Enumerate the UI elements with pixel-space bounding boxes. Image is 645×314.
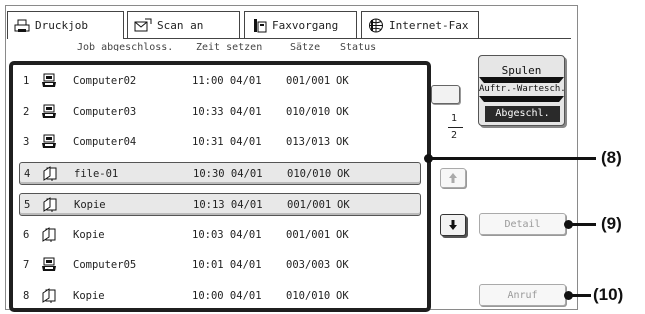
job-status: OK <box>336 75 349 87</box>
fax-icon <box>254 18 267 32</box>
job-number: 1 <box>23 75 30 87</box>
job-sets: 010/010 <box>286 105 331 118</box>
job-status: OK <box>336 228 349 241</box>
tab-label: Druckjob <box>35 19 88 32</box>
job-sets: 010/010 <box>286 289 331 302</box>
job-row[interactable]: 5 Kopie 10:13 04/01 001/001 OK <box>19 192 421 216</box>
job-number: 8 <box>23 289 30 302</box>
job-name: Computer04 <box>73 136 137 149</box>
spool-label: Spulen <box>501 64 542 77</box>
tab-label: Scan an <box>157 18 204 32</box>
column-header-job: Job abgeschloss. <box>77 42 174 51</box>
copy-job-icon <box>42 196 58 216</box>
job-time: 10:30 04/01 <box>193 168 263 181</box>
job-number: 5 <box>24 198 31 211</box>
tab-scan-to[interactable]: Scan an <box>127 11 240 38</box>
callout-line-list <box>430 157 596 160</box>
job-number: 7 <box>23 259 30 272</box>
job-time: 10:03 04/01 <box>192 228 262 241</box>
callout-line-detail <box>569 223 596 226</box>
job-name: Computer05 <box>73 259 137 272</box>
job-row[interactable]: 2 Computer03 10:33 04/01 010/010 OK <box>19 101 421 124</box>
page-current: 1 <box>451 113 458 124</box>
job-name: Computer02 <box>73 75 137 87</box>
computer-job-icon <box>41 257 57 276</box>
callout-line-recall <box>569 294 591 297</box>
tab-label: Faxvorgang <box>272 18 339 32</box>
spool-queue-complete-selector[interactable]: Spulen Auftr.-Wartesch. Abgeschl. <box>478 55 566 126</box>
recall-button[interactable]: Anruf <box>479 284 566 306</box>
job-queue-label: Auftr.-Wartesch. <box>479 84 566 94</box>
job-name: Computer03 <box>73 105 137 118</box>
callout-label-recall: (10) <box>593 285 624 304</box>
job-row[interactable]: 3 Computer04 10:31 04/01 013/013 OK <box>19 131 421 154</box>
job-number: 3 <box>23 136 30 149</box>
copy-job-icon <box>41 226 57 246</box>
page-divider <box>448 127 463 128</box>
job-sets: 013/013 <box>286 136 331 149</box>
computer-job-icon <box>41 134 57 153</box>
job-row[interactable]: 1 Computer02 11:00 04/01 001/001 OK <box>19 70 421 93</box>
detail-button[interactable]: Detail <box>479 213 566 235</box>
copy-job-icon <box>41 287 57 307</box>
printer-icon <box>14 19 30 32</box>
completed-label: Abgeschl. <box>485 106 560 122</box>
page-total: 2 <box>451 130 458 141</box>
job-status: OK <box>337 168 350 181</box>
scan-to-icon <box>134 18 152 32</box>
scroll-up-button[interactable] <box>440 168 466 188</box>
job-time: 10:00 04/01 <box>192 289 262 302</box>
job-number: 4 <box>24 168 31 181</box>
job-sets: 010/010 <box>287 168 332 181</box>
callout-label-detail: (9) <box>601 214 622 233</box>
job-row[interactable]: 4 file-01 10:30 04/01 010/010 OK <box>19 162 421 186</box>
job-status: OK <box>336 136 349 149</box>
job-time: 11:00 04/01 <box>192 75 262 87</box>
job-sets: 001/001 <box>286 75 331 87</box>
job-row[interactable]: 7 Computer05 10:01 04/01 003/003 OK <box>19 254 421 277</box>
copy-job-icon <box>42 166 58 185</box>
job-name: Kopie <box>73 228 105 241</box>
arrow-down-icon <box>449 220 457 230</box>
job-status-tabs: Druckjob Scan an Faxvorgang Internet-Fax <box>7 11 572 39</box>
tab-label: Internet-Fax <box>389 18 469 32</box>
job-sets: 003/003 <box>286 259 331 272</box>
scroll-down-button[interactable] <box>440 214 466 236</box>
job-number: 2 <box>23 105 30 118</box>
computer-job-icon <box>41 73 57 92</box>
job-status: OK <box>336 105 349 118</box>
scroll-up-button-top <box>431 85 460 104</box>
job-row[interactable]: 6 Kopie 10:03 04/01 001/001 OK <box>19 224 421 247</box>
column-header-status: Status <box>340 42 377 51</box>
arrow-up-icon <box>449 173 457 183</box>
job-sets: 001/001 <box>287 198 332 211</box>
column-header-sets: Sätze <box>290 42 321 51</box>
job-time: 10:01 04/01 <box>192 259 262 272</box>
job-time: 10:31 04/01 <box>192 136 262 149</box>
internet-fax-icon <box>369 18 383 32</box>
job-name: file-01 <box>74 168 119 181</box>
job-row[interactable]: 8 Kopie 10:00 04/01 010/010 OK <box>19 285 421 308</box>
job-sets: 001/001 <box>286 228 331 241</box>
job-number: 6 <box>23 228 30 241</box>
computer-job-icon <box>41 104 57 123</box>
tab-internet-fax[interactable]: Internet-Fax <box>361 11 479 38</box>
column-header-time: Zeit setzen <box>196 42 263 51</box>
job-time: 10:33 04/01 <box>192 105 262 118</box>
job-time: 10:13 04/01 <box>193 198 263 211</box>
job-status: OK <box>337 198 350 211</box>
job-list: 1 Computer02 11:00 04/01 001/001 OK 2 Computer… <box>9 61 431 312</box>
job-name: Kopie <box>73 289 105 302</box>
tab-print-job[interactable]: Druckjob <box>7 11 124 39</box>
job-name: Kopie <box>74 198 106 211</box>
job-status: OK <box>336 289 349 302</box>
job-status: OK <box>336 259 349 272</box>
callout-label-list: (8) <box>601 148 622 167</box>
tab-fax-job[interactable]: Faxvorgang <box>244 11 357 38</box>
